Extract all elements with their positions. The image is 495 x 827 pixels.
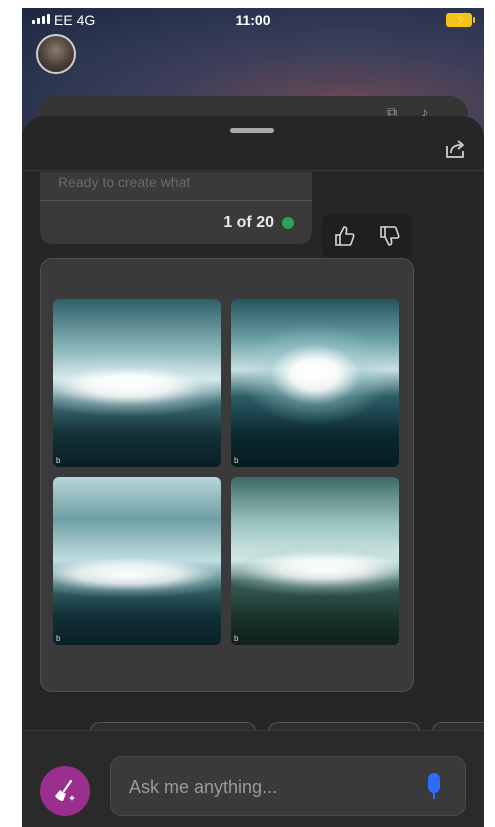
generated-image-4[interactable]: b [231, 477, 399, 645]
new-topic-button[interactable] [40, 766, 90, 816]
status-bar: EE 4G 11:00 ⚡ [22, 8, 484, 34]
image-mark: b [234, 634, 239, 643]
generated-image-3[interactable]: b [53, 477, 221, 645]
sheet-header [22, 116, 484, 171]
message-text-faded: Ready to create what [58, 174, 191, 190]
image-mark: b [234, 456, 239, 465]
turn-counter-text: 1 of 20 [223, 214, 274, 231]
thumbs-down-icon[interactable] [377, 223, 403, 249]
image-grid: b b b b [53, 299, 399, 645]
chat-input[interactable] [127, 757, 411, 817]
share-icon[interactable] [442, 136, 468, 162]
turn-counter: 1 of 20 [223, 214, 294, 232]
broom-icon [55, 779, 75, 801]
clock: 11:00 [235, 12, 271, 28]
composer-bar [22, 730, 484, 827]
assistant-message: Ready to create what 1 of 20 [40, 172, 312, 244]
generated-image-1[interactable]: b [53, 299, 221, 467]
chat-sheet: Ready to create what 1 of 20 b b b b Ask… [22, 116, 484, 827]
image-mark: b [56, 634, 61, 643]
drag-handle[interactable] [230, 128, 274, 133]
avatar[interactable] [36, 34, 76, 74]
app-screen: EE 4G 11:00 ⚡ ⧉ ♪ Ready to create what 1… [22, 8, 484, 827]
feedback-toolbar [322, 214, 412, 258]
microphone-icon[interactable] [425, 773, 443, 801]
status-dot [282, 217, 294, 229]
generated-image-2[interactable]: b [231, 299, 399, 467]
image-result-card: b b b b [40, 258, 414, 692]
message-divider [40, 200, 312, 201]
chat-input-box [110, 756, 466, 817]
battery-icon: ⚡ [446, 12, 475, 27]
thumbs-up-icon[interactable] [332, 223, 358, 249]
image-mark: b [56, 456, 61, 465]
